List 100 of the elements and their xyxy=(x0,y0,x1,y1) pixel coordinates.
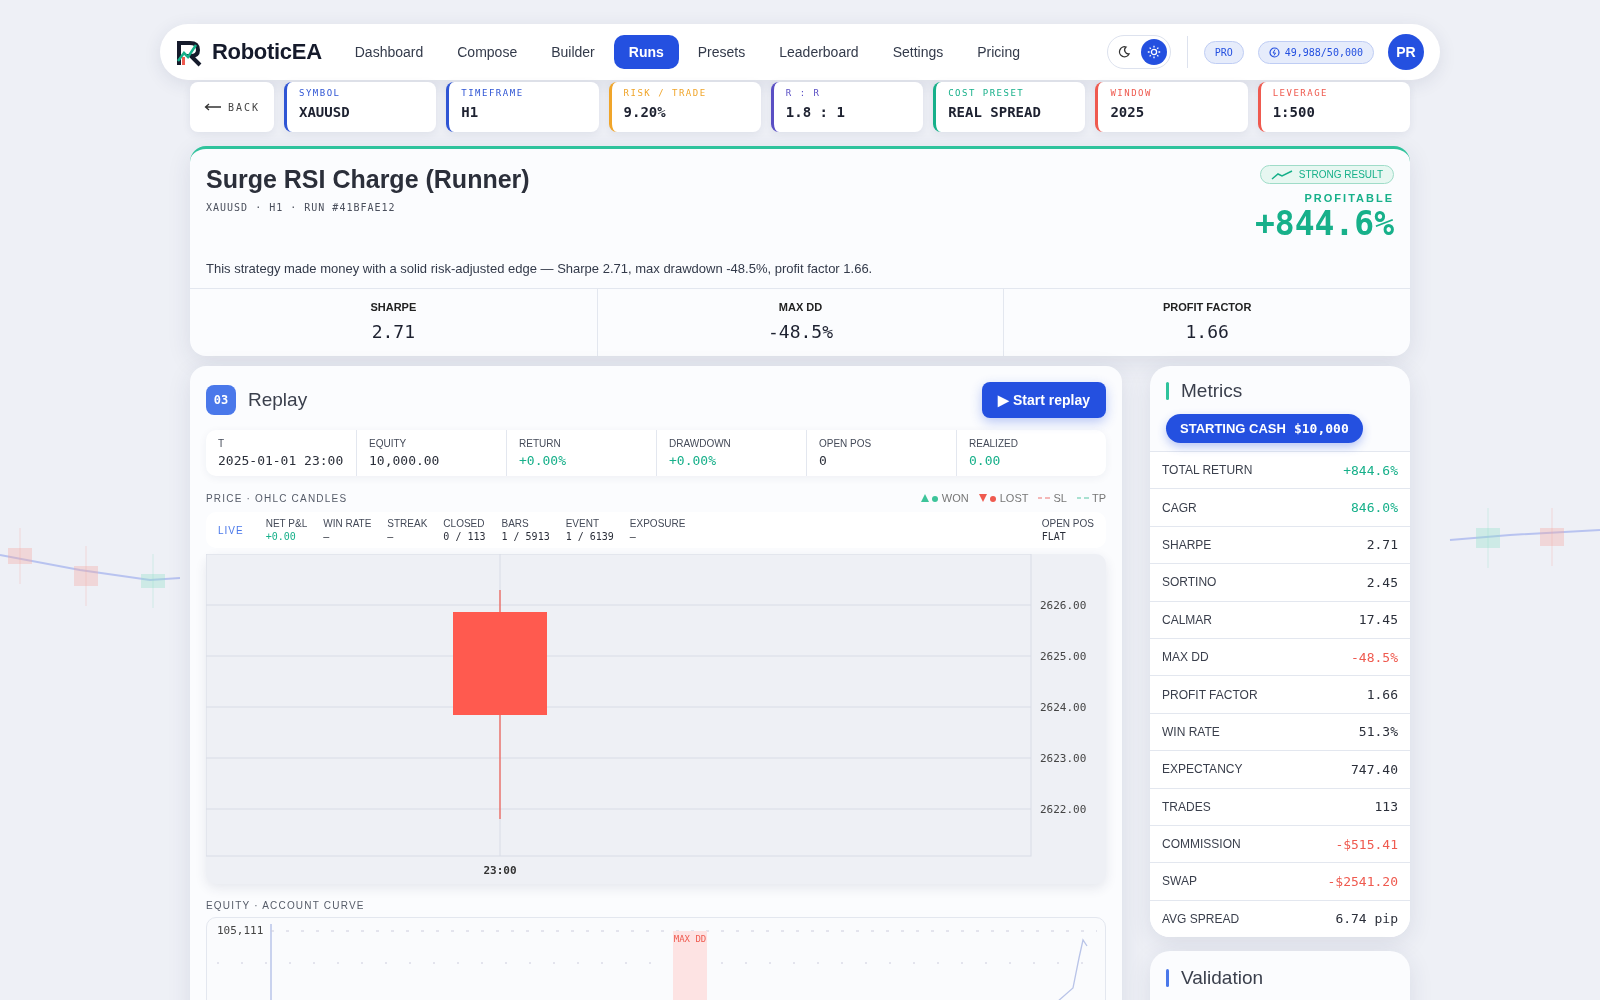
stat-label: REALIZED xyxy=(969,438,1019,449)
legend-label: SL xyxy=(1053,492,1067,504)
nav-tab[interactable]: Builder xyxy=(536,35,610,69)
price-tick-label: 2625.00 xyxy=(1040,650,1087,663)
parameter-label: RISK / TRADE xyxy=(623,88,708,98)
metric-label: CALMAR xyxy=(1162,612,1212,627)
plan-badge: PRO xyxy=(1203,40,1244,64)
legend-label: WON xyxy=(941,492,969,504)
avatar[interactable]: PR xyxy=(1388,34,1424,70)
parameter-value: H1 xyxy=(461,104,480,120)
metric-label: TOTAL RETURN xyxy=(1162,463,1253,478)
background-candle xyxy=(8,527,32,585)
metric-value: 1.66 xyxy=(1366,687,1398,703)
stat-value: +0.00% xyxy=(519,453,567,468)
parameter-label: WINDOW xyxy=(1110,88,1153,98)
verdict-label: PROFITABLE xyxy=(1304,192,1394,204)
price-tick-label: 2624.00 xyxy=(1040,701,1087,714)
parameter-value: XAUUSD xyxy=(299,104,351,120)
stat-label: EQUITY xyxy=(369,438,408,449)
nav-tab[interactable]: Dashboard xyxy=(339,35,439,69)
live-stat-label: WIN RATE xyxy=(323,518,372,529)
legend-label: LOST xyxy=(999,492,1029,504)
equity-tick-label: 105,111 xyxy=(217,924,264,937)
time-tick-label: 23:00 xyxy=(483,864,517,877)
live-stat-label: EVENT xyxy=(565,518,601,529)
stat-value: 0 xyxy=(819,453,828,468)
dashed-line-icon xyxy=(1038,496,1051,500)
metric-value: 2.45 xyxy=(1366,574,1398,590)
stat-label: DRAWDOWN xyxy=(669,438,732,449)
nav-tab[interactable]: Runs xyxy=(613,35,679,69)
starting-cash-badge: STARTING CASH $10,000 xyxy=(1166,414,1363,443)
background-candle xyxy=(1476,507,1500,569)
metric-label: WIN RATE xyxy=(1162,724,1220,739)
start-replay-button[interactable]: ▶ Start replay xyxy=(982,382,1106,418)
stat-value: 0.00 xyxy=(969,453,1002,468)
coin-icon xyxy=(1268,46,1280,58)
stat-value: 2.71 xyxy=(370,321,416,342)
section-title: PRICE · OHLC CANDLES xyxy=(206,492,348,504)
run-subtitle: XAUUSD · H1 · RUN #41BFAE12 xyxy=(206,202,397,213)
live-stat-label: NET P&L xyxy=(265,518,308,529)
live-stat-label: CLOSED xyxy=(443,518,486,529)
price-tick-label: 2622.00 xyxy=(1040,803,1087,816)
legend-label: TP xyxy=(1091,492,1106,504)
step-badge: 03 xyxy=(206,385,236,415)
total-return: +844.6% xyxy=(1254,204,1394,243)
price-tick-label: 2623.00 xyxy=(1040,752,1087,765)
stat-value: 10,000.00 xyxy=(369,453,441,468)
result-label: STRONG RESULT xyxy=(1298,169,1383,180)
live-label: LIVE xyxy=(218,524,244,536)
metric-label: AVG SPREAD xyxy=(1162,911,1240,926)
parameter-value: 9.20% xyxy=(623,104,667,120)
parameter-value: 2025 xyxy=(1110,104,1146,120)
live-stat-label: EXPOSURE xyxy=(629,518,686,529)
nav-tab[interactable]: Presets xyxy=(682,35,761,69)
metric-label: SWAP xyxy=(1162,874,1197,889)
metric-label: EXPECTANCY xyxy=(1162,762,1243,777)
parameter-value: 1:500 xyxy=(1272,104,1316,120)
triangle-dot-icon xyxy=(978,493,997,503)
credits-count: 49,988/50,000 xyxy=(1284,46,1363,58)
stat-value: 1.66 xyxy=(1184,321,1230,342)
stat-value: 2025-01-01 23:00 xyxy=(218,453,344,468)
panel-title: Metrics xyxy=(1181,380,1243,402)
nav-tab[interactable]: Compose xyxy=(442,35,533,69)
theme-button[interactable] xyxy=(1140,39,1167,65)
parameter-label: SYMBOL xyxy=(299,88,342,98)
stat-label: T xyxy=(218,438,226,449)
brand-name: RoboticEA xyxy=(212,39,322,65)
metric-label: TRADES xyxy=(1162,799,1211,814)
live-stat-label: OPEN POS xyxy=(1041,518,1094,529)
metric-label: SORTINO xyxy=(1162,575,1217,590)
metric-value: 846.0% xyxy=(1351,500,1398,516)
drawdown-marker-label: MAX DD xyxy=(673,934,707,944)
live-stat-value: +0.00 xyxy=(265,531,297,542)
price-tick-label: 2626.00 xyxy=(1040,599,1087,612)
section-title: EQUITY · ACCOUNT CURVE xyxy=(206,900,365,911)
metric-label: MAX DD xyxy=(1162,650,1209,665)
panel-title: Replay xyxy=(248,389,308,411)
metric-value: 17.45 xyxy=(1358,612,1398,628)
stat-label: RETURN xyxy=(519,438,562,449)
background-candle xyxy=(74,545,98,607)
parameter-label: TIMEFRAME xyxy=(461,88,525,98)
live-stat-value: — xyxy=(629,531,637,542)
live-stat-value: — xyxy=(387,531,395,542)
metric-value: -$2541.20 xyxy=(1327,874,1398,889)
parameter-label: LEVERAGE xyxy=(1272,88,1330,98)
stat-value: +0.00% xyxy=(669,453,717,468)
nav-tab[interactable]: Leaderboard xyxy=(764,35,874,69)
drawdown-band xyxy=(673,931,707,1000)
back-button[interactable]: BACK xyxy=(190,82,274,132)
metric-value: +844.6% xyxy=(1343,462,1398,478)
stat-label: SHARPE xyxy=(369,301,418,313)
live-stat-label: BARS xyxy=(501,518,530,529)
panel-title: Validation xyxy=(1181,967,1264,990)
live-stat-value: 0 / 113 xyxy=(443,531,486,542)
background-candle xyxy=(1540,507,1564,567)
nav-tab[interactable]: Settings xyxy=(877,35,959,69)
nav-tab[interactable]: Pricing xyxy=(962,35,1036,69)
live-stat-value: FLAT xyxy=(1041,531,1067,542)
arrow-left-icon xyxy=(203,103,222,111)
summary-text: This strategy made money with a solid risk-adjusted edge — Sharpe 2.71, max drawdown -48.5%, profit factor 1.66. xyxy=(205,260,874,278)
